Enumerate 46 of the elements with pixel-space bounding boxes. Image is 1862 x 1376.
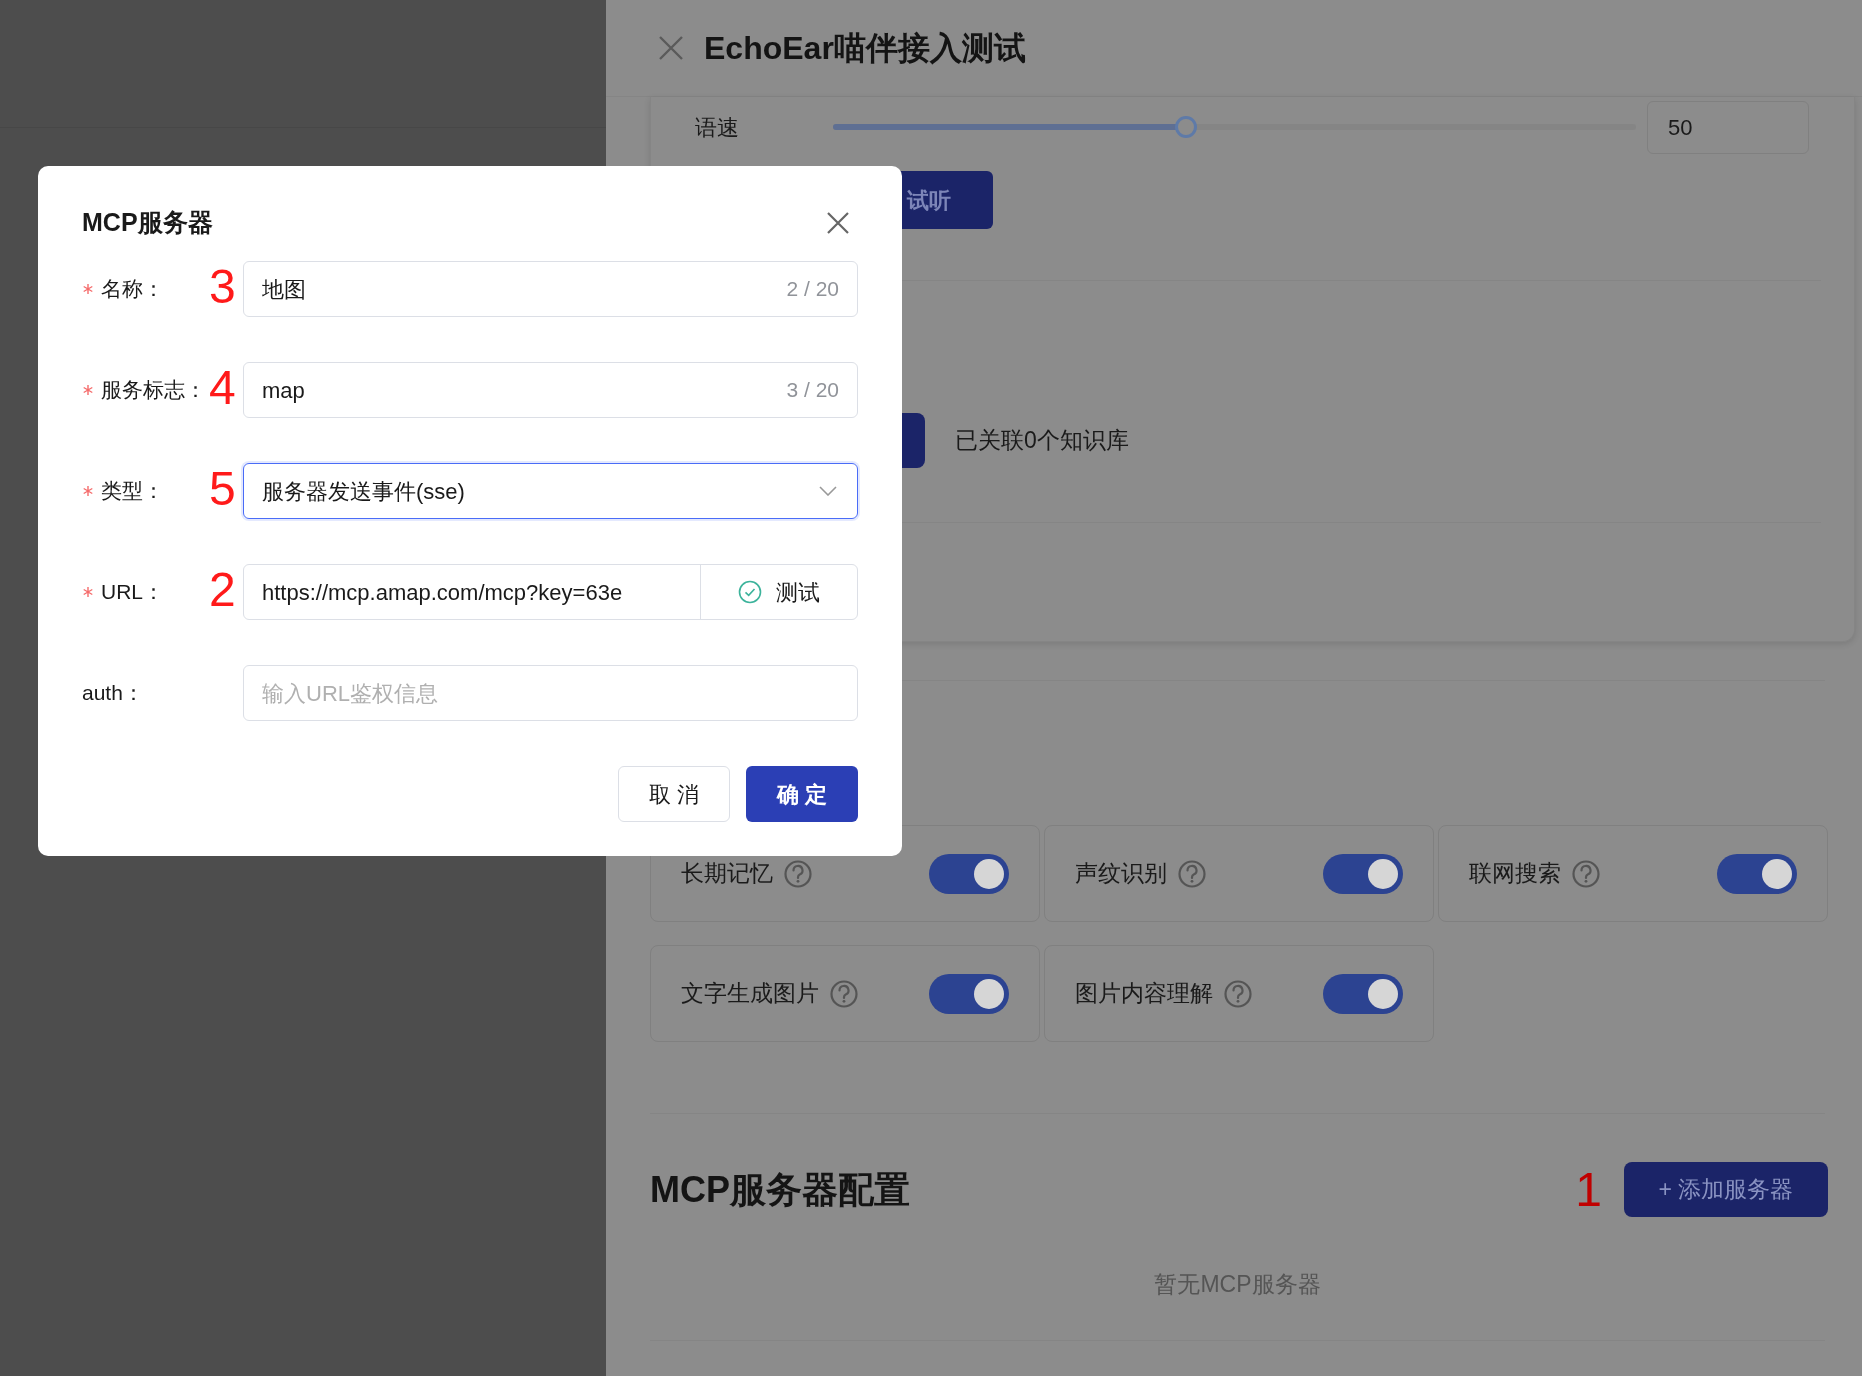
feature-label: 图片内容理解 — [1075, 979, 1213, 1009]
char-counter: 3 / 20 — [786, 377, 839, 404]
slider-track[interactable] — [833, 116, 1636, 138]
feature-label: 长期记忆 — [681, 859, 773, 889]
help-icon — [783, 858, 813, 889]
add-server-button[interactable]: + 添加服务器 — [1624, 1162, 1828, 1217]
help-icon — [1177, 858, 1207, 889]
annotation-number: 2 — [209, 566, 236, 614]
slider-label: 语速 — [695, 113, 740, 142]
url-input[interactable]: https://mcp.amap.com/mcp?key=63e 测试 — [243, 564, 858, 620]
feature-label: 联网搜索 — [1469, 859, 1561, 889]
speed-input[interactable]: 50 — [1647, 100, 1809, 154]
text-input[interactable]: 地图 2 / 20 — [243, 261, 858, 317]
close-icon[interactable] — [826, 211, 850, 235]
toggle-switch[interactable] — [1323, 973, 1403, 1014]
field-label: URL： — [101, 579, 164, 606]
test-button[interactable]: 测试 — [701, 565, 857, 619]
cancel-button[interactable]: 取 消 — [618, 766, 730, 822]
field-label: 类型： — [101, 478, 164, 505]
help-icon — [1223, 978, 1253, 1009]
field-label: 名称： — [101, 276, 164, 303]
toggle-switch[interactable] — [1323, 853, 1403, 894]
field-label: auth： — [82, 680, 144, 707]
help-icon — [1571, 858, 1601, 889]
chevron-down-icon — [819, 486, 837, 496]
toggle-switch[interactable] — [1717, 853, 1797, 894]
annotation-number: 5 — [209, 465, 236, 513]
text-input[interactable]: map 3 / 20 — [243, 362, 858, 418]
toggle-switch[interactable] — [929, 973, 1009, 1014]
help-icon — [829, 978, 859, 1009]
annotation-number: 3 — [209, 263, 236, 311]
feature-label: 文字生成图片 — [681, 979, 819, 1009]
feature-label: 声纹识别 — [1075, 859, 1167, 889]
toggle-switch[interactable] — [929, 853, 1009, 894]
char-counter: 2 / 20 — [786, 276, 839, 303]
slider-thumb[interactable] — [1175, 116, 1198, 138]
confirm-button[interactable]: 确 定 — [746, 766, 858, 822]
check-circle-icon — [738, 580, 762, 604]
annotation-number: 4 — [209, 364, 236, 412]
knowledge-status: 已关联0个知识库 — [955, 426, 1129, 456]
drawer-title: EchoEar喵伴接入测试 — [704, 29, 1026, 68]
section-heading: MCP服务器配置 — [650, 1167, 910, 1212]
dialog-title: MCP服务器 — [82, 207, 213, 239]
annotation-number: 1 — [1575, 1165, 1602, 1214]
type-select[interactable]: 服务器发送事件(sse) — [243, 463, 858, 519]
field-label: 服务标志： — [101, 377, 206, 404]
